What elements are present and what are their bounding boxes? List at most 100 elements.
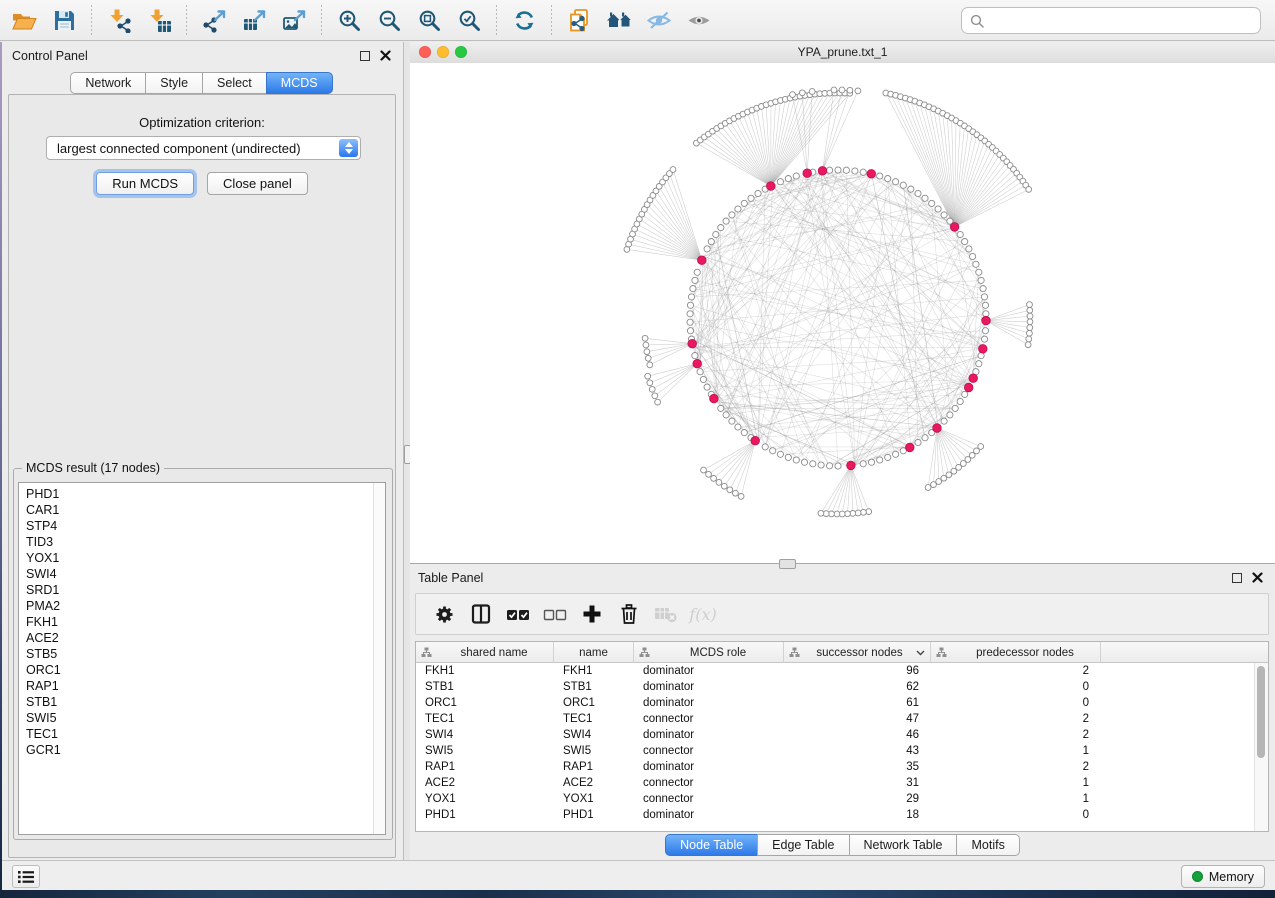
close-table-panel-icon[interactable]: [1252, 572, 1263, 583]
network-graph[interactable]: [410, 63, 1275, 563]
network-canvas[interactable]: [410, 63, 1275, 563]
zoom-in-button[interactable]: [329, 3, 369, 37]
table-row[interactable]: ACE2ACE2connector311: [416, 775, 1255, 791]
import-table-button[interactable]: [139, 3, 179, 37]
task-history-button[interactable]: [12, 865, 40, 888]
run-mcds-button[interactable]: Run MCDS: [96, 172, 194, 195]
table-settings-button[interactable]: [428, 598, 460, 630]
export-network-icon: [202, 8, 227, 33]
desktop-edge: [0, 42, 2, 890]
control-panel: Control Panel NetworkStyleSelectMCDS Opt…: [0, 42, 403, 860]
tab-node-table[interactable]: Node Table: [665, 834, 758, 856]
mcds-result-item[interactable]: STP4: [26, 518, 385, 534]
table-row[interactable]: TEC1TEC1connector472: [416, 711, 1255, 727]
mcds-result-list[interactable]: PHD1CAR1STP4TID3YOX1SWI4SRD1PMA2FKH1ACE2…: [18, 482, 386, 835]
table-row[interactable]: SWI4SWI4dominator462: [416, 727, 1255, 743]
close-panel-button[interactable]: Close panel: [207, 172, 308, 195]
cell-shared-name: FKH1: [416, 665, 554, 677]
zoom-selected-button[interactable]: [449, 3, 489, 37]
first-neighbors-icon: [606, 8, 633, 33]
export-table-button[interactable]: [234, 3, 274, 37]
table-row[interactable]: STB1STB1dominator620: [416, 679, 1255, 695]
float-panel-icon[interactable]: [360, 51, 370, 61]
hide-selected-button[interactable]: [639, 3, 679, 37]
save-session-button[interactable]: [44, 3, 84, 37]
search-input[interactable]: [990, 12, 1252, 29]
mcds-result-item[interactable]: STB5: [26, 646, 385, 662]
export-image-button[interactable]: [274, 3, 314, 37]
import-network-icon: [107, 8, 132, 33]
toolbar-separator: [496, 5, 497, 35]
mcds-result-item[interactable]: YOX1: [26, 550, 385, 566]
cell-successor-nodes: 35: [784, 761, 931, 773]
cell-MCDS-role: connector: [634, 713, 784, 725]
column-header-name[interactable]: name: [554, 642, 634, 663]
mcds-result-item[interactable]: PHD1: [26, 486, 385, 502]
network-window-titlebar[interactable]: YPA_prune.txt_1: [410, 42, 1275, 64]
scrollbar-thumb[interactable]: [1257, 666, 1265, 758]
mcds-result-item[interactable]: CAR1: [26, 502, 385, 518]
column-header-MCDS-role[interactable]: MCDS role: [634, 642, 784, 663]
mcds-result-item[interactable]: GCR1: [26, 742, 385, 758]
column-header-filler: [1101, 642, 1268, 663]
column-header-shared-name[interactable]: shared name: [416, 642, 554, 663]
deselect-all-rows-button[interactable]: [539, 598, 571, 630]
cell-name: ACE2: [554, 777, 634, 789]
table-row[interactable]: RAP1RAP1dominator352: [416, 759, 1255, 775]
open-file-button[interactable]: [4, 3, 44, 37]
tab-network-table[interactable]: Network Table: [849, 834, 958, 856]
import-network-button[interactable]: [99, 3, 139, 37]
zoom-fit-button[interactable]: [409, 3, 449, 37]
tab-edge-table[interactable]: Edge Table: [757, 834, 849, 856]
mcds-result-item[interactable]: ORC1: [26, 662, 385, 678]
list-scrollbar[interactable]: [373, 483, 385, 834]
select-all-rows-button[interactable]: [502, 598, 534, 630]
close-panel-icon[interactable]: [380, 50, 391, 61]
node-table: shared namenameMCDS rolesuccessor nodesp…: [415, 641, 1269, 832]
hide-selected-icon: [646, 8, 672, 33]
duplicate-network-button[interactable]: [559, 3, 599, 37]
search-box[interactable]: [961, 7, 1261, 34]
table-row[interactable]: YOX1YOX1connector291: [416, 791, 1255, 807]
zoom-out-button[interactable]: [369, 3, 409, 37]
mcds-result-item[interactable]: RAP1: [26, 678, 385, 694]
table-row[interactable]: ORC1ORC1dominator610: [416, 695, 1255, 711]
tab-select[interactable]: Select: [202, 72, 267, 94]
table-scrollbar[interactable]: [1254, 663, 1268, 831]
optimization-criterion-label: Optimization criterion:: [9, 115, 395, 130]
show-all-button[interactable]: [679, 3, 719, 37]
refresh-view-button[interactable]: [504, 3, 544, 37]
mcds-result-item[interactable]: SRD1: [26, 582, 385, 598]
column-header-successor-nodes[interactable]: successor nodes: [784, 642, 931, 663]
mcds-result-item[interactable]: SWI4: [26, 566, 385, 582]
optimization-criterion-select[interactable]: largest connected component (undirected): [46, 136, 361, 160]
cell-successor-nodes: 31: [784, 777, 931, 789]
cell-predecessor-nodes: 2: [931, 665, 1101, 677]
column-header-predecessor-nodes[interactable]: predecessor nodes: [931, 642, 1101, 663]
memory-button[interactable]: Memory: [1181, 865, 1265, 888]
tab-motifs[interactable]: Motifs: [956, 834, 1019, 856]
mcds-result-item[interactable]: STB1: [26, 694, 385, 710]
delete-column-button[interactable]: [613, 598, 645, 630]
cell-predecessor-nodes: 0: [931, 809, 1101, 821]
export-network-button[interactable]: [194, 3, 234, 37]
tab-style[interactable]: Style: [145, 72, 203, 94]
cell-name: PHD1: [554, 809, 634, 821]
mcds-result-item[interactable]: TEC1: [26, 726, 385, 742]
mcds-result-item[interactable]: ACE2: [26, 630, 385, 646]
split-panel-button[interactable]: [465, 598, 497, 630]
cell-MCDS-role: dominator: [634, 681, 784, 693]
add-column-button[interactable]: [576, 598, 608, 630]
float-table-panel-icon[interactable]: [1232, 573, 1242, 583]
table-row[interactable]: PHD1PHD1dominator180: [416, 807, 1255, 823]
mcds-result-item[interactable]: FKH1: [26, 614, 385, 630]
mcds-result-item[interactable]: PMA2: [26, 598, 385, 614]
table-row[interactable]: FKH1FKH1dominator962: [416, 663, 1255, 679]
tab-network[interactable]: Network: [70, 72, 146, 94]
mcds-result-item[interactable]: SWI5: [26, 710, 385, 726]
tab-mcds[interactable]: MCDS: [266, 72, 333, 94]
first-neighbors-button[interactable]: [599, 3, 639, 37]
mcds-result-item[interactable]: TID3: [26, 534, 385, 550]
open-file-icon: [11, 8, 38, 33]
table-row[interactable]: SWI5SWI5connector431: [416, 743, 1255, 759]
